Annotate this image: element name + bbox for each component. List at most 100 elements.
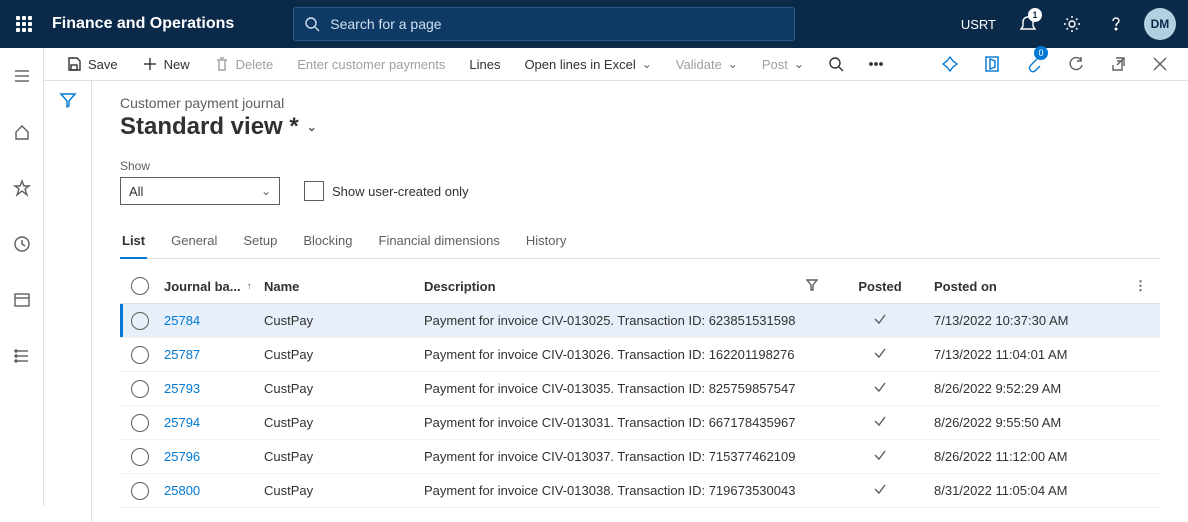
tab-history[interactable]: History (524, 227, 568, 258)
cell-journal[interactable]: 25794 (160, 409, 260, 436)
col-description-label: Description (424, 279, 496, 294)
popout-button[interactable] (1102, 48, 1134, 80)
cell-journal[interactable]: 25800 (160, 477, 260, 504)
delete-button: Delete (204, 50, 284, 78)
validate-button: Validate ⌄ (666, 51, 748, 78)
col-description[interactable]: Description (420, 271, 830, 302)
main: Customer payment journal Standard view *… (92, 81, 1188, 522)
rail-modules-icon[interactable] (2, 336, 42, 376)
settings-button[interactable] (1052, 0, 1092, 48)
tab-list[interactable]: List (120, 227, 147, 258)
toolbar-search-button[interactable] (818, 50, 854, 78)
rail-favorites-icon[interactable] (2, 168, 42, 208)
cell-posted (830, 476, 930, 505)
table-row[interactable]: 25793CustPayPayment for invoice CIV-0130… (120, 372, 1160, 406)
search-wrap (294, 8, 794, 40)
col-journal[interactable]: Journal ba... ↑ (160, 271, 260, 302)
tab-blocking[interactable]: Blocking (301, 227, 354, 258)
cell-posted-on: 8/26/2022 11:12:00 AM (930, 443, 1130, 470)
cell-name: CustPay (260, 477, 420, 504)
attachments-button[interactable]: 0 (1018, 48, 1050, 80)
close-button[interactable] (1144, 48, 1176, 80)
cell-posted-on: 7/13/2022 10:37:30 AM (930, 307, 1130, 334)
row-checkbox[interactable] (131, 448, 149, 466)
cell-name: CustPay (260, 341, 420, 368)
copilot-icon[interactable] (934, 48, 966, 80)
new-label: New (164, 57, 190, 72)
cell-name: CustPay (260, 375, 420, 402)
page-body: Customer payment journal Standard view *… (44, 81, 1188, 522)
topbar: Finance and Operations USRT 1 DM (0, 0, 1188, 48)
enter-payments-button: Enter customer payments (287, 51, 455, 78)
chevron-down-icon: ⌄ (642, 57, 652, 71)
tabs: List General Setup Blocking Financial dimens… (120, 227, 1160, 259)
office-icon[interactable] (976, 48, 1008, 80)
trash-icon (214, 56, 230, 72)
company-code[interactable]: USRT (953, 17, 1004, 32)
cell-empty (1130, 485, 1160, 497)
cell-posted-on: 8/26/2022 9:55:50 AM (930, 409, 1130, 436)
refresh-button[interactable] (1060, 48, 1092, 80)
save-button[interactable]: Save (56, 50, 128, 78)
table-row[interactable]: 25800CustPayPayment for invoice CIV-0130… (120, 474, 1160, 508)
save-icon (66, 56, 82, 72)
col-posted-label: Posted (858, 279, 901, 294)
app-launcher-icon[interactable] (8, 8, 40, 40)
col-more[interactable]: ⋮ (1130, 270, 1160, 302)
rail-recent-icon[interactable] (2, 224, 42, 264)
select-all-checkbox[interactable] (131, 277, 149, 295)
chevron-down-icon: ⌄ (307, 120, 317, 134)
rail-home-icon[interactable] (2, 112, 42, 152)
rail-workspaces-icon[interactable] (2, 280, 42, 320)
row-checkbox[interactable] (131, 482, 149, 500)
cell-posted-on: 8/26/2022 9:52:29 AM (930, 375, 1130, 402)
tab-general[interactable]: General (169, 227, 219, 258)
filter-icon[interactable] (806, 279, 818, 294)
toolbar-more-button[interactable] (858, 50, 894, 78)
cell-posted (830, 408, 930, 437)
cell-description: Payment for invoice CIV-013031. Transact… (420, 409, 830, 436)
chevron-down-icon: ⌄ (261, 184, 271, 198)
cell-journal[interactable]: 25796 (160, 443, 260, 470)
col-name[interactable]: Name (260, 271, 420, 302)
app-shell: Save New Delete Enter customer payments … (0, 48, 1188, 506)
new-button[interactable]: New (132, 50, 200, 78)
table-row[interactable]: 25796CustPayPayment for invoice CIV-0130… (120, 440, 1160, 474)
view-title[interactable]: Standard view * ⌄ (120, 113, 1160, 141)
user-created-checkbox[interactable] (304, 181, 324, 201)
row-checkbox[interactable] (131, 312, 149, 330)
cell-posted (830, 306, 930, 335)
table-row[interactable]: 25784CustPayPayment for invoice CIV-0130… (120, 304, 1160, 338)
chevron-down-icon: ⌄ (794, 57, 804, 71)
search-input[interactable] (294, 8, 794, 40)
attach-count-badge: 0 (1034, 46, 1048, 60)
cell-journal[interactable]: 25784 (160, 307, 260, 334)
grid-header: Journal ba... ↑ Name Description Posted … (120, 269, 1160, 304)
open-excel-label: Open lines in Excel (524, 57, 635, 72)
show-select[interactable]: All ⌄ (120, 177, 280, 205)
row-checkbox[interactable] (131, 346, 149, 364)
cell-name: CustPay (260, 409, 420, 436)
open-excel-button[interactable]: Open lines in Excel ⌄ (514, 51, 661, 78)
notifications-button[interactable]: 1 (1008, 0, 1048, 48)
breadcrumb: Customer payment journal (120, 95, 1160, 111)
cell-description: Payment for invoice CIV-013038. Transact… (420, 477, 830, 504)
row-checkbox[interactable] (131, 414, 149, 432)
post-label: Post (762, 57, 788, 72)
col-posted-on[interactable]: Posted on (930, 271, 1130, 302)
funnel-icon[interactable] (59, 91, 77, 522)
user-avatar[interactable]: DM (1144, 8, 1176, 40)
row-checkbox[interactable] (131, 380, 149, 398)
cell-journal[interactable]: 25787 (160, 341, 260, 368)
tab-findim[interactable]: Financial dimensions (377, 227, 502, 258)
content: Save New Delete Enter customer payments … (44, 48, 1188, 506)
table-row[interactable]: 25794CustPayPayment for invoice CIV-0130… (120, 406, 1160, 440)
lines-button[interactable]: Lines (459, 51, 510, 78)
cell-journal[interactable]: 25793 (160, 375, 260, 402)
help-button[interactable] (1096, 0, 1136, 48)
cell-posted (830, 340, 930, 369)
col-posted[interactable]: Posted (830, 271, 930, 302)
tab-setup[interactable]: Setup (241, 227, 279, 258)
rail-hamburger-icon[interactable] (2, 56, 42, 96)
table-row[interactable]: 25787CustPayPayment for invoice CIV-0130… (120, 338, 1160, 372)
